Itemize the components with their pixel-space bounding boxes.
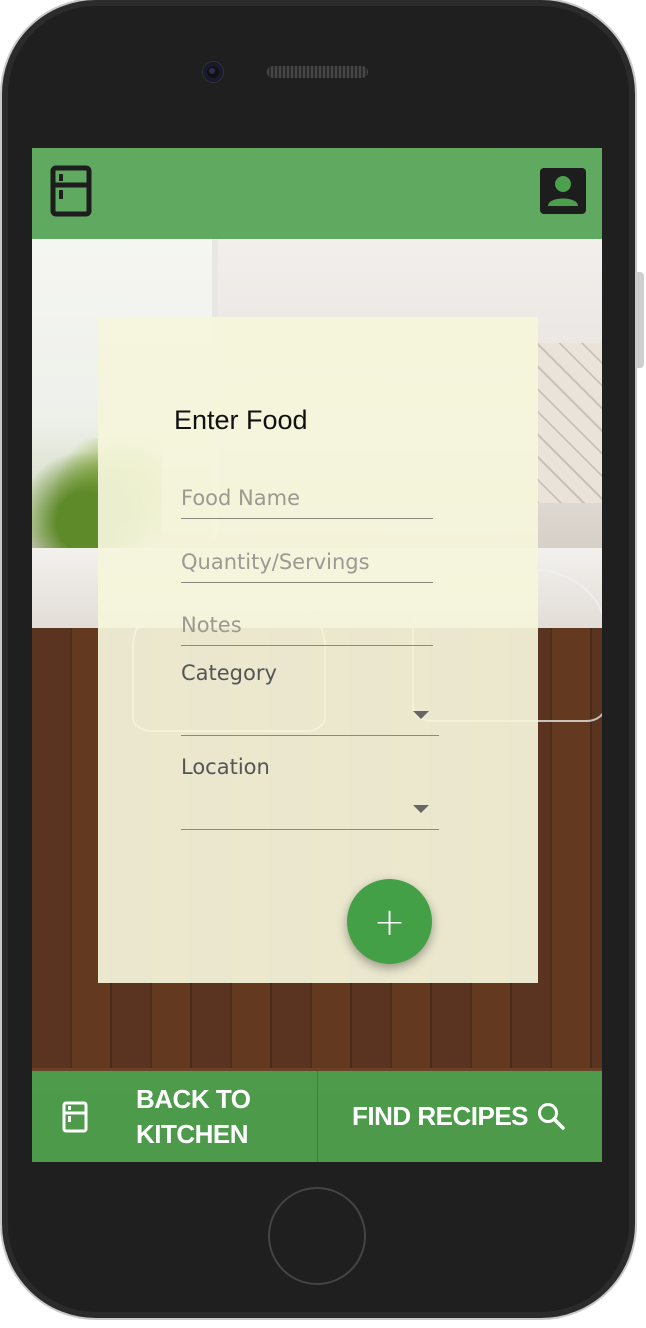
card-title: Enter Food [174, 405, 308, 435]
find-recipes-button[interactable]: FIND RECIPES [317, 1071, 603, 1162]
back-to-kitchen-line2: KITCHEN [136, 1119, 249, 1149]
category-label: Category [181, 661, 277, 685]
food-name-input[interactable] [181, 478, 433, 518]
side-button [636, 272, 644, 368]
back-to-kitchen-label: BACK TO KITCHEN [136, 1082, 251, 1152]
camera-icon [203, 62, 223, 82]
top-app-bar [32, 148, 602, 239]
back-to-kitchen-line1: BACK TO [136, 1084, 251, 1114]
search-icon [536, 1101, 566, 1136]
quantity-field[interactable] [181, 542, 433, 583]
location-select[interactable] [181, 789, 439, 830]
location-label: Location [181, 755, 270, 779]
fridge-icon[interactable] [46, 163, 96, 219]
speaker-grille [267, 66, 368, 78]
chevron-down-icon [413, 711, 429, 719]
account-box-icon[interactable] [538, 163, 588, 219]
home-button[interactable] [268, 1187, 366, 1285]
notes-field[interactable] [181, 605, 433, 646]
add-food-button[interactable]: + [347, 879, 432, 964]
app-screen: Enter Food Category Location + [32, 148, 602, 1162]
chevron-down-icon [413, 805, 429, 813]
category-select[interactable] [181, 695, 439, 736]
notes-input[interactable] [181, 605, 433, 645]
back-to-kitchen-button[interactable]: BACK TO KITCHEN [32, 1071, 316, 1162]
enter-food-card: Enter Food Category Location + [98, 317, 538, 983]
food-name-field[interactable] [181, 478, 433, 519]
fridge-icon [62, 1101, 88, 1138]
bottom-nav-bar: BACK TO KITCHEN FIND RECIPES [32, 1071, 602, 1162]
background-tile [537, 343, 602, 503]
quantity-input[interactable] [181, 542, 433, 582]
find-recipes-label: FIND RECIPES [352, 1101, 529, 1131]
